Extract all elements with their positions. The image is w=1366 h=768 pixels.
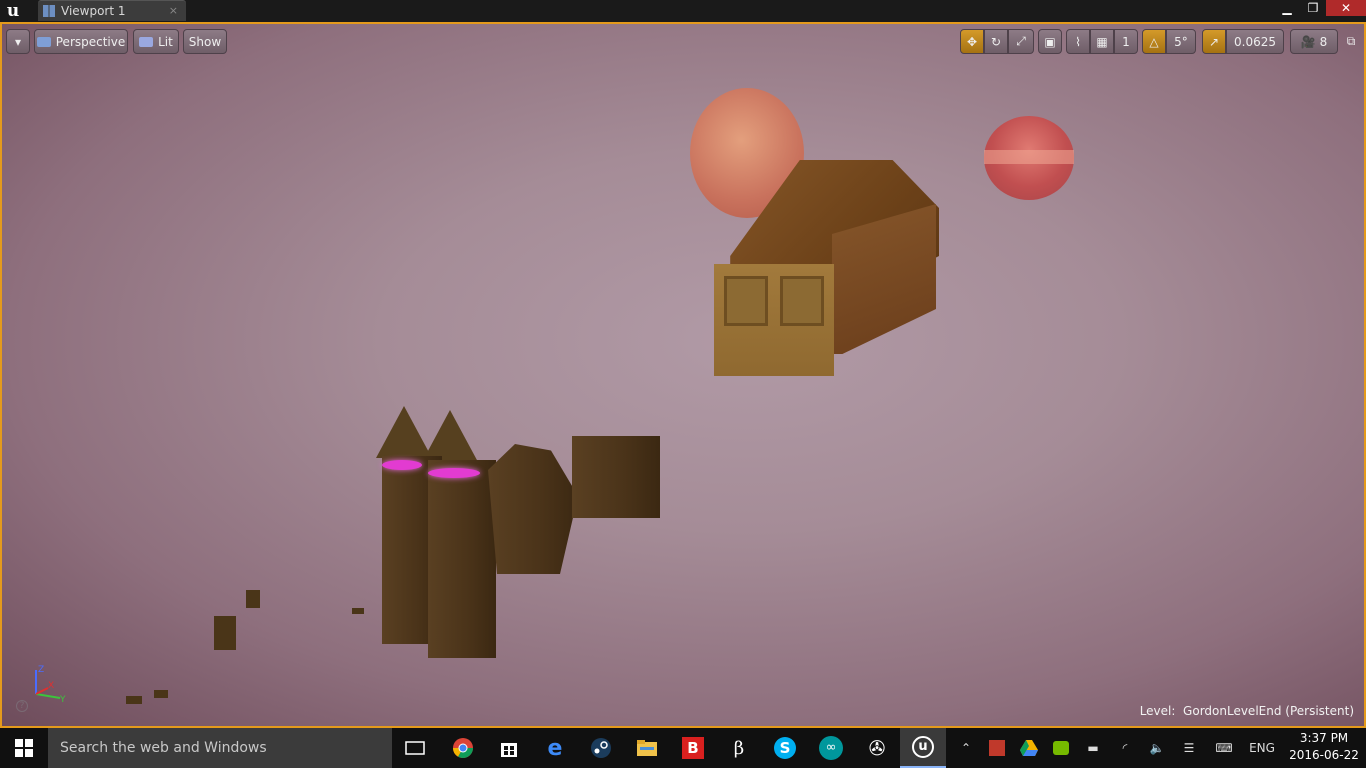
lit-button[interactable]: Lit [133,29,179,54]
grid-snap-icon[interactable]: ▦ [1090,29,1114,54]
perspective-icon [36,36,51,47]
nvidia-icon[interactable] [1048,728,1074,768]
obs-icon[interactable]: ✇ [854,728,900,768]
maximize-button[interactable]: ❐ [1300,0,1326,16]
file-explorer-icon[interactable] [624,728,670,768]
task-view-icon[interactable] [392,728,438,768]
lit-icon [139,36,154,47]
search-input[interactable]: Search the web and Windows [48,728,392,768]
debris [126,696,142,704]
google-drive-icon[interactable] [1016,728,1042,768]
camera-speed-button[interactable]: 🎥 8 [1290,29,1338,54]
tab-label: Viewport 1 [61,4,126,18]
grid-snap-value[interactable]: 1 [1114,29,1138,54]
debris [214,616,236,650]
portal-glow [428,468,480,478]
language-indicator[interactable]: ENG [1244,728,1280,768]
windows-logo-icon [15,739,33,757]
minimize-button[interactable]: ▁ [1274,0,1300,16]
maximize-viewport-icon[interactable]: ⧉ [1342,29,1360,54]
ruins [488,444,578,574]
arduino-icon[interactable]: ∞ [808,728,854,768]
edge-icon[interactable]: e [532,728,578,768]
wifi-icon[interactable]: ◜ [1112,728,1138,768]
camera-speed-icon: 🎥 [1300,34,1320,49]
debris [246,590,260,608]
tower [428,460,496,658]
lit-label: Lit [158,34,173,49]
blender-like-icon[interactable]: β [716,728,762,768]
rotation-snap-value[interactable]: 5° [1166,29,1196,54]
house-window [780,276,824,326]
clock-date: 2016-06-22 [1289,748,1359,762]
surface-snap-icon[interactable]: ⌇ [1066,29,1090,54]
taskbar: Search the web and Windows e B β S ∞ ✇ u… [0,728,1366,768]
scale-snap-value[interactable]: 0.0625 [1226,29,1284,54]
tab-viewport[interactable]: Viewport 1 × [38,0,186,21]
pdf-tray-icon[interactable] [984,728,1010,768]
store-icon[interactable] [486,728,532,768]
help-icon[interactable]: ? [16,700,28,712]
notifications-icon[interactable]: ☰ [1176,728,1202,768]
house-window [724,276,768,326]
unreal-engine-icon[interactable]: u [900,728,946,768]
clock-time: 3:37 PM [1299,731,1349,745]
floating-block [572,436,660,518]
start-button[interactable] [0,728,48,768]
scale-tool-icon[interactable]: ⤢ [1008,29,1034,54]
viewport-options-button[interactable]: ▾ [6,29,30,54]
portal-glow [382,460,422,470]
perspective-label: Perspective [55,34,126,49]
axis-y-label: Y [59,695,66,704]
tower-spire [422,410,478,462]
red-orb [984,116,1074,200]
level-label: Level: GordonLevelEnd (Persistent) [1140,704,1354,718]
chrome-icon[interactable] [440,728,486,768]
unreal-logo-icon[interactable]: u [0,0,26,22]
viewport[interactable]: ▾ Perspective Lit Show ✥ ↻ ⤢ ▣ ⌇ ▦ 1 △ 5… [0,22,1366,728]
battery-icon[interactable]: ▬ [1080,728,1106,768]
scale-snap-icon[interactable]: ↗ [1202,29,1226,54]
translate-tool-icon[interactable]: ✥ [960,29,984,54]
world-space-icon[interactable]: ▣ [1038,29,1062,54]
axis-x-label: X [48,681,54,691]
axis-z-label: Z [38,665,44,675]
title-bar: u Viewport 1 × ▁ ❐ ✕ [0,0,1366,22]
skype-icon[interactable]: S [762,728,808,768]
bitdefender-icon[interactable]: B [670,728,716,768]
clock[interactable]: 3:37 PM 2016-06-22 [1284,730,1364,764]
perspective-button[interactable]: Perspective [34,29,128,54]
rotation-snap-icon[interactable]: △ [1142,29,1166,54]
show-button[interactable]: Show [183,29,227,54]
steam-icon[interactable] [578,728,624,768]
level-prefix: Level: [1139,704,1176,718]
camera-speed-value: 8 [1319,34,1328,49]
keyboard-icon[interactable]: ⌨ [1208,728,1240,768]
volume-icon[interactable]: 🔈 [1144,728,1170,768]
level-name: GordonLevelEnd (Persistent) [1183,704,1354,718]
debris [154,690,168,698]
viewport-icon [43,5,55,17]
debris [352,608,364,614]
chevron-up-icon[interactable]: ⌃ [954,728,978,768]
axis-gizmo: Z X Y [35,665,66,704]
rotate-tool-icon[interactable]: ↻ [984,29,1008,54]
tab-close-icon[interactable]: × [169,4,178,17]
close-button[interactable]: ✕ [1326,0,1366,16]
